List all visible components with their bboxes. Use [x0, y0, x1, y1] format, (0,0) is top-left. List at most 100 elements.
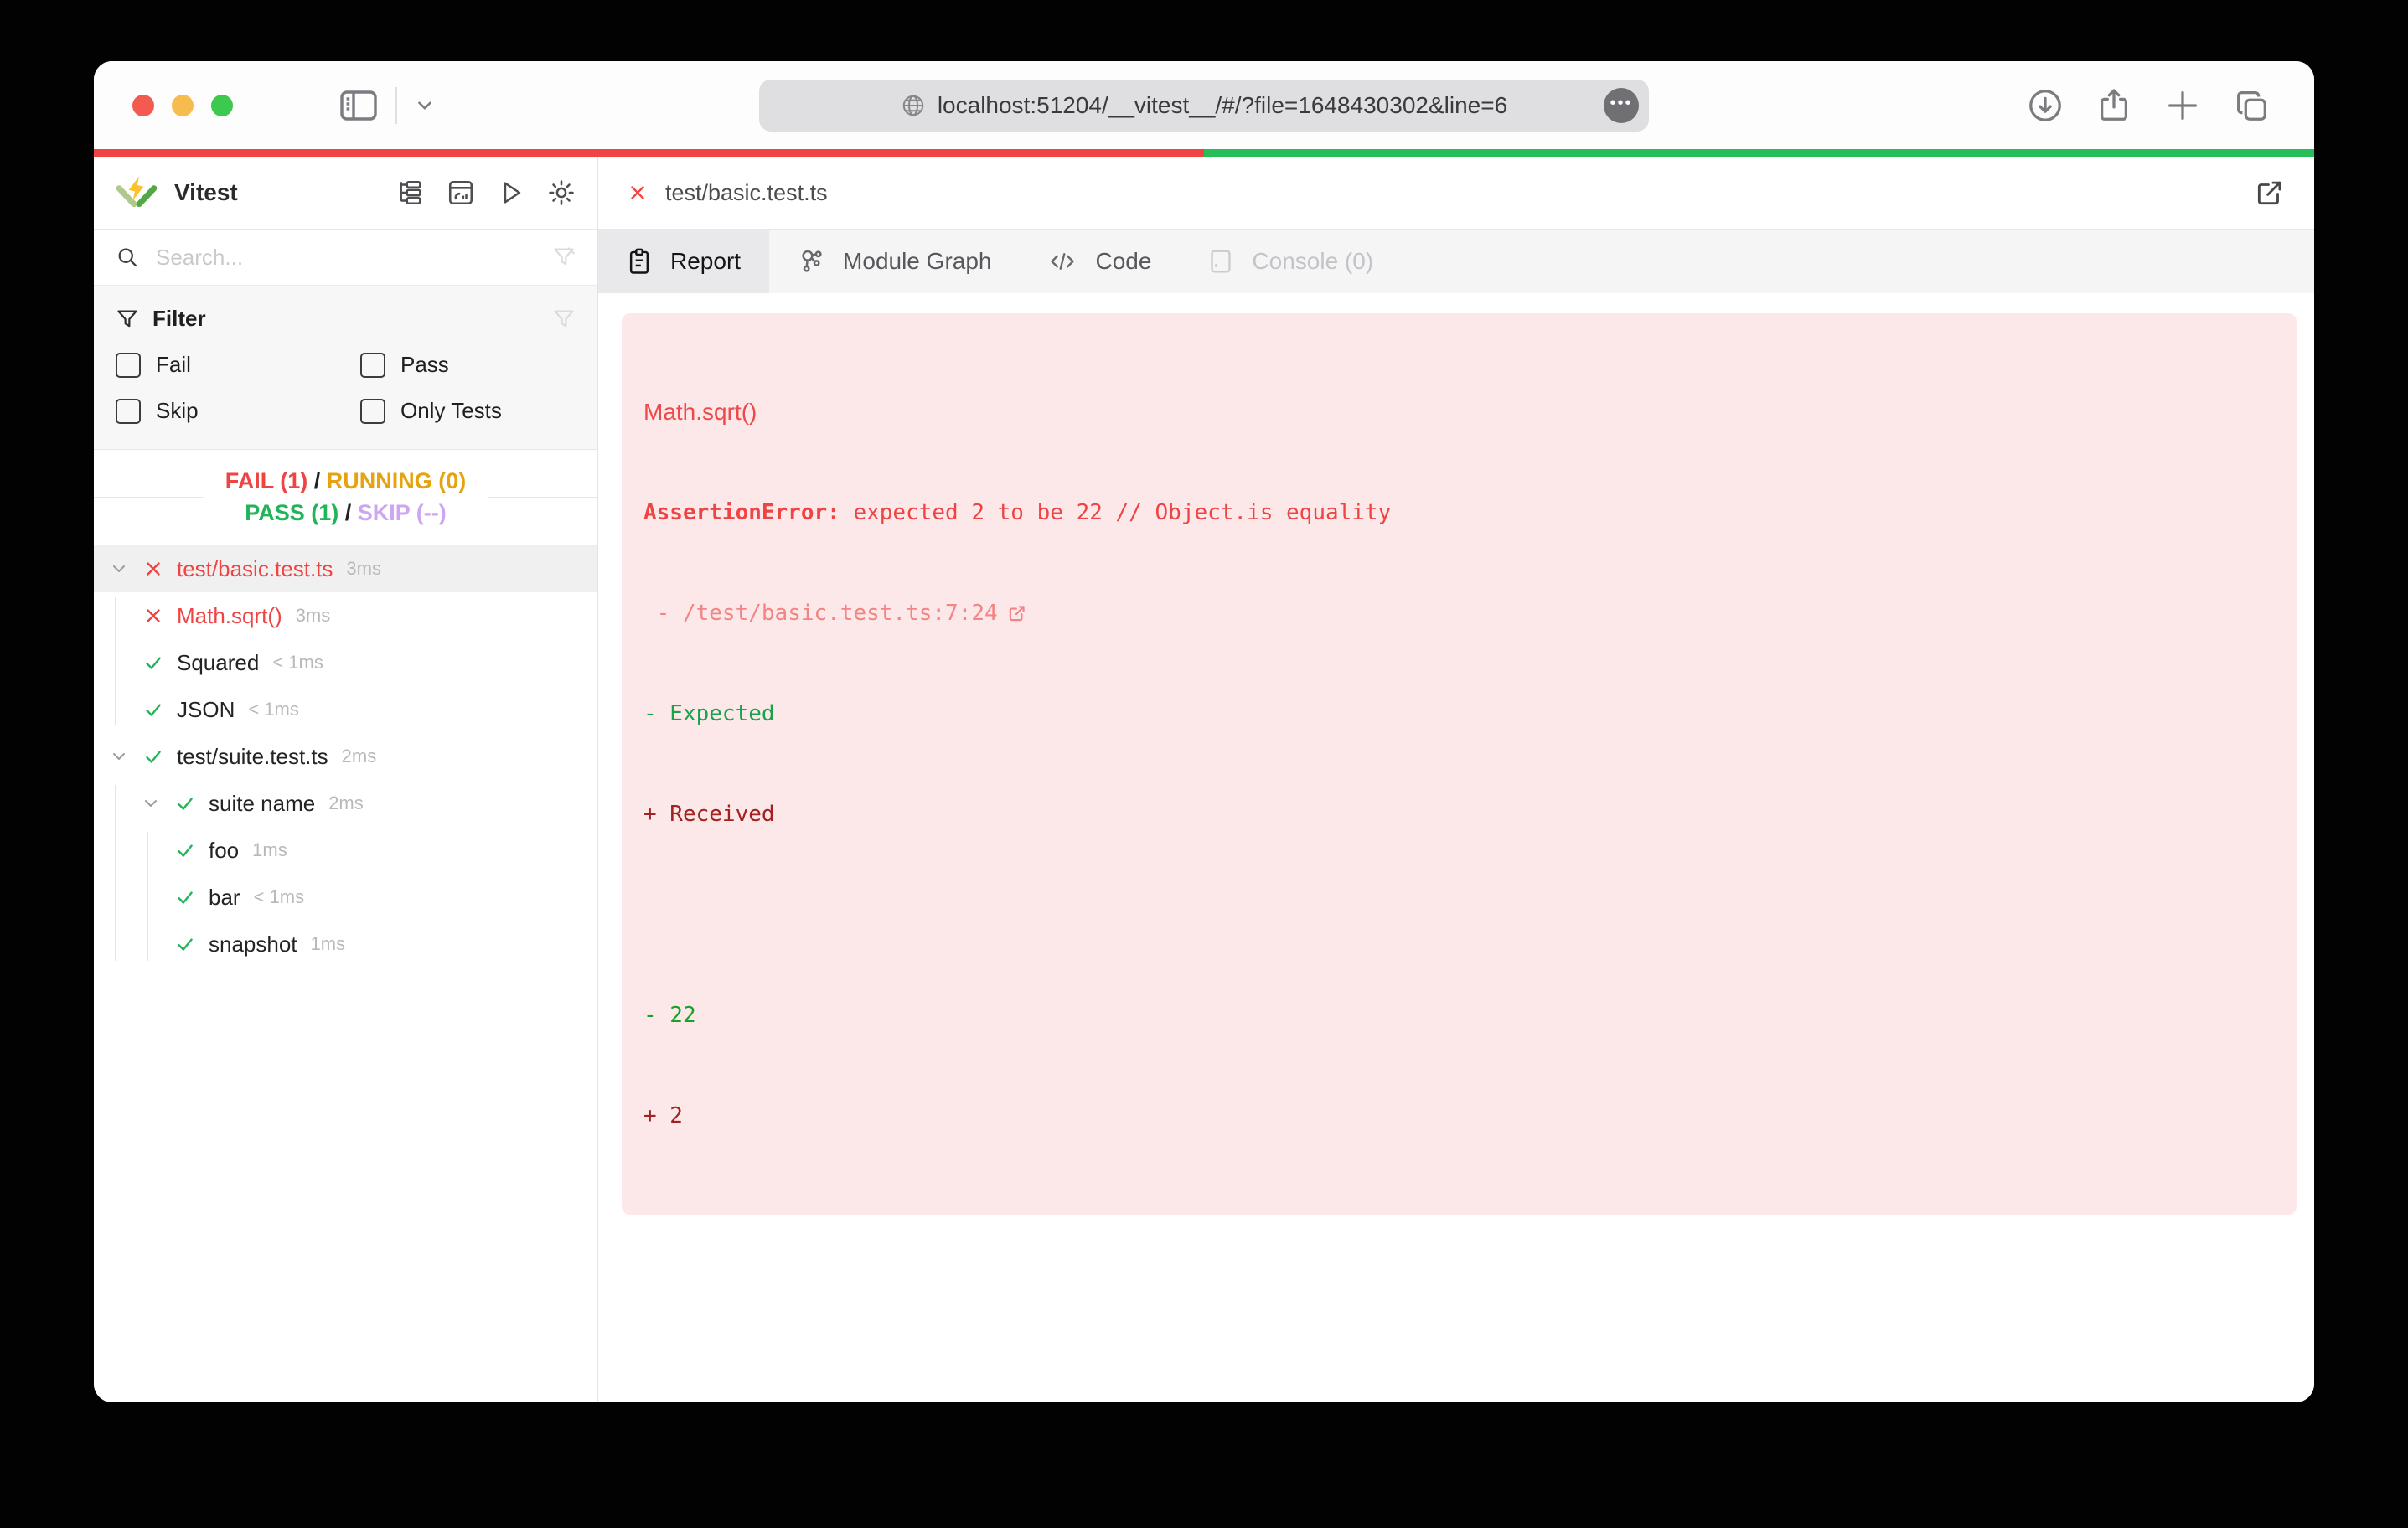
tree-row-suite-name[interactable]: suite name 2ms — [94, 780, 597, 827]
dashboard-icon[interactable] — [447, 178, 475, 207]
open-in-editor-icon[interactable] — [1006, 602, 1028, 624]
checkbox-skip[interactable] — [116, 399, 141, 424]
pass-check-icon — [141, 746, 166, 767]
toolbar-left-group — [338, 87, 436, 124]
sidebar-toggle-icon[interactable] — [338, 89, 379, 122]
search-row — [94, 230, 597, 286]
vitest-logo-icon — [116, 174, 158, 211]
summary-line-2: PASS (1) / SKIP (--) — [225, 497, 467, 529]
blank-line — [643, 898, 2275, 932]
toolbar-right-group — [2026, 86, 2271, 125]
open-file-name: test/basic.test.ts — [665, 180, 828, 206]
sidebar-header: Vitest — [94, 157, 597, 230]
page-settings-button[interactable]: ••• — [1604, 88, 1639, 123]
checkbox-only-tests[interactable] — [360, 399, 385, 424]
code-icon — [1048, 249, 1077, 274]
diff-received-value: + 2 — [643, 1099, 2275, 1133]
tab-overview-icon[interactable] — [2232, 86, 2271, 125]
test-summary: FAIL (1) / RUNNING (0) PASS (1) / SKIP (… — [94, 450, 597, 544]
report-content: Math.sqrt() AssertionError: expected 2 t… — [598, 293, 2314, 1402]
tree-row-json[interactable]: JSON < 1ms — [94, 686, 597, 733]
pass-check-icon — [173, 886, 198, 908]
app-title: Vitest — [174, 179, 238, 206]
url-text: localhost:51204/__vitest__/#/?file=16484… — [938, 92, 1507, 119]
expand-chevron-icon[interactable] — [109, 559, 141, 579]
progress-fail-segment — [94, 149, 1204, 157]
address-bar[interactable]: localhost:51204/__vitest__/#/?file=16484… — [759, 80, 1649, 132]
test-progress-bar — [94, 149, 2314, 157]
browser-toolbar: localhost:51204/__vitest__/#/?file=16484… — [94, 61, 2314, 149]
search-input[interactable] — [154, 244, 537, 271]
funnel-icon — [116, 307, 139, 331]
assertion-error-message: AssertionError: expected 2 to be 22 // O… — [643, 496, 2275, 529]
open-external-icon[interactable] — [2254, 177, 2286, 209]
filter-option-skip[interactable]: Skip — [116, 398, 360, 424]
theme-toggle-icon[interactable] — [547, 178, 576, 207]
tree-row-math-sqrt[interactable]: Math.sqrt() 3ms — [94, 592, 597, 639]
fail-x-icon — [141, 558, 166, 580]
sidebar-toolbar — [396, 178, 576, 207]
search-icon — [116, 245, 139, 269]
expand-chevron-icon[interactable] — [109, 746, 141, 767]
zoom-window-button[interactable] — [211, 95, 233, 116]
browser-window: localhost:51204/__vitest__/#/?file=16484… — [94, 61, 2314, 1402]
diff-received-label: + Received — [643, 798, 2275, 831]
minimize-window-button[interactable] — [172, 95, 194, 116]
close-window-button[interactable] — [132, 95, 154, 116]
tree-row-bar[interactable]: bar < 1ms — [94, 874, 597, 921]
view-tabs: Report Module Graph — [598, 230, 2314, 293]
tree-row-squared[interactable]: Squared < 1ms — [94, 639, 597, 686]
traffic-lights — [132, 95, 233, 116]
globe-icon — [901, 93, 926, 118]
assertion-error-panel: Math.sqrt() AssertionError: expected 2 t… — [622, 313, 2297, 1215]
test-tree: test/basic.test.ts 3ms Math.sqrt() 3ms S… — [94, 544, 597, 1402]
toolbar-divider — [395, 87, 397, 124]
stack-trace-line: - /test/basic.test.ts:7:24 — [643, 596, 2275, 630]
progress-pass-segment — [1204, 149, 2314, 157]
fail-x-icon — [141, 605, 166, 627]
main-panel: test/basic.test.ts — [598, 157, 2314, 1402]
desktop-background: localhost:51204/__vitest__/#/?file=16484… — [0, 0, 2408, 1528]
downloads-icon[interactable] — [2026, 86, 2064, 125]
tab-report[interactable]: Report — [598, 230, 769, 293]
tab-code[interactable]: Code — [1020, 230, 1180, 293]
share-icon[interactable] — [2095, 86, 2133, 125]
stack-location-link[interactable]: - /test/basic.test.ts:7:24 — [643, 596, 998, 630]
filter-option-pass[interactable]: Pass — [360, 352, 576, 378]
ellipsis-icon: ••• — [1610, 95, 1632, 111]
tab-module-graph[interactable]: Module Graph — [769, 230, 1020, 293]
tree-row-snapshot[interactable]: snapshot 1ms — [94, 921, 597, 968]
filter-option-only-tests[interactable]: Only Tests — [360, 398, 576, 424]
clear-search-filter-icon[interactable] — [552, 245, 576, 269]
tree-row-suite-test-file[interactable]: test/suite.test.ts 2ms — [94, 733, 597, 780]
filter-panel: Filter Fail — [94, 286, 597, 450]
graph-icon — [798, 248, 824, 275]
sidebar: Vitest — [94, 157, 598, 1402]
checkbox-pass[interactable] — [360, 353, 385, 378]
fail-x-icon — [627, 182, 649, 204]
pass-check-icon — [173, 933, 198, 955]
pass-check-icon — [173, 839, 198, 861]
diff-expected-value: - 22 — [643, 999, 2275, 1032]
expand-chevron-icon[interactable] — [141, 793, 173, 813]
file-header: test/basic.test.ts — [598, 157, 2314, 230]
pass-check-icon — [141, 652, 166, 674]
tree-view-icon[interactable] — [396, 178, 425, 207]
tab-console[interactable]: Console (0) — [1180, 230, 1402, 293]
tree-row-foo[interactable]: foo 1ms — [94, 827, 597, 874]
terminal-icon — [1208, 248, 1233, 275]
chevron-down-icon[interactable] — [414, 95, 436, 116]
diff-expected-label: - Expected — [643, 697, 2275, 730]
run-all-icon[interactable] — [497, 178, 525, 207]
filter-title: Filter — [152, 306, 206, 332]
clear-filter-icon[interactable] — [552, 307, 576, 331]
clipboard-icon — [627, 248, 652, 275]
summary-line-1: FAIL (1) / RUNNING (0) — [225, 465, 467, 497]
filter-option-fail[interactable]: Fail — [116, 352, 360, 378]
pass-check-icon — [173, 792, 198, 814]
checkbox-fail[interactable] — [116, 353, 141, 378]
new-tab-icon[interactable] — [2163, 86, 2202, 125]
tree-row-basic-test-file[interactable]: test/basic.test.ts 3ms — [94, 545, 597, 592]
pass-check-icon — [141, 699, 166, 720]
failed-test-name: Math.sqrt() — [643, 395, 2275, 429]
